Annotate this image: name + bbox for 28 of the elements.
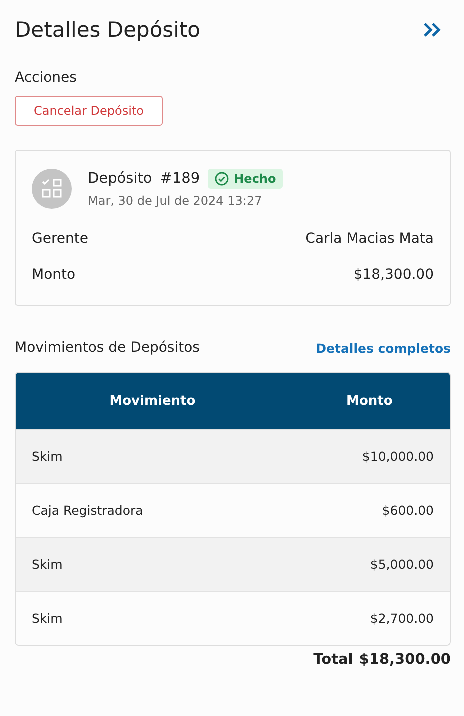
column-header: Movimiento (108, 394, 197, 408)
deposit-title: Depósito (88, 171, 152, 187)
checklist-icon (32, 169, 72, 209)
table-cell: $10,000.00 (362, 449, 434, 464)
table-cell: Skim (32, 449, 63, 464)
table-cell: Skim (32, 557, 63, 572)
collapse-icon[interactable] (423, 22, 443, 38)
section-title: Movimientos de Depósitos (15, 340, 200, 356)
field-value: $18,300.00 (354, 267, 434, 283)
page-title: Detalles Depósito (15, 18, 201, 42)
total-label: Total (314, 652, 354, 668)
details-link[interactable]: Detalles completos (316, 340, 451, 356)
field-label: Monto (32, 267, 76, 283)
table-cell: Caja Registradora (32, 503, 144, 518)
deposit-number: #189 (160, 171, 200, 187)
table-cell: $600.00 (382, 503, 434, 518)
table-cell: $5,000.00 (370, 557, 434, 572)
section-label: Acciones (15, 70, 78, 86)
table-cell: $2,700.00 (370, 611, 434, 626)
status-badge: Hecho (208, 169, 284, 189)
total-value: $18,300.00 (359, 652, 451, 668)
cancel-button[interactable]: Cancelar Depósito (15, 96, 163, 126)
field-label: Gerente (32, 231, 88, 247)
field-value: Carla Macias Mata (306, 231, 434, 247)
check-circle-icon (215, 172, 230, 186)
column-header: Monto (346, 394, 394, 408)
deposit-date: Mar, 30 de Jul de 2024 13:27 (88, 194, 264, 208)
table-cell: Skim (32, 611, 63, 626)
